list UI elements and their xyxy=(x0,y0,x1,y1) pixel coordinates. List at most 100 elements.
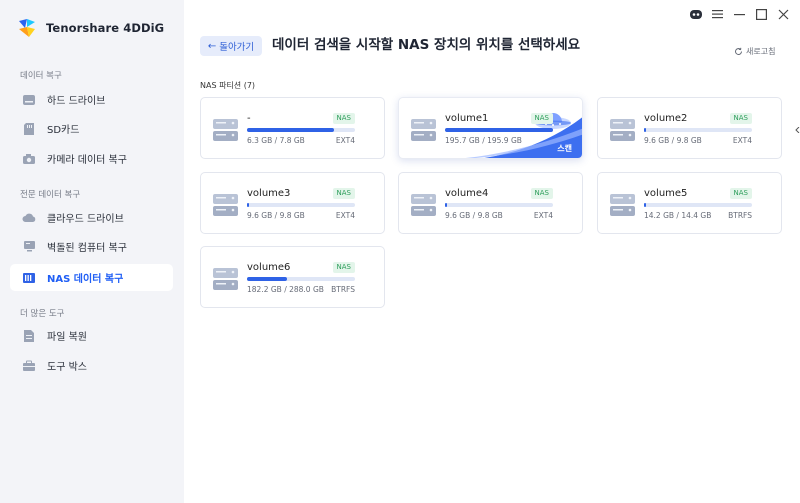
partition-card[interactable]: volume4 NAS 9.6 GB / 9.8 GB EXT4 xyxy=(398,172,583,234)
maximize-button[interactable] xyxy=(753,6,769,22)
nas-drive-icon xyxy=(213,119,238,141)
volume-name: volume2 xyxy=(644,113,688,124)
usage-bar-fill xyxy=(445,203,448,207)
volume-size: 9.6 GB / 9.8 GB xyxy=(445,211,503,220)
volume-name: volume5 xyxy=(644,188,688,199)
file-system: EXT4 xyxy=(335,211,355,220)
close-icon xyxy=(778,9,788,19)
app-logo-icon xyxy=(19,19,35,37)
nas-badge: NAS xyxy=(530,113,553,124)
computer-icon xyxy=(22,240,36,254)
usage-bar-fill xyxy=(445,128,553,132)
volume-size: 14.2 GB / 14.4 GB xyxy=(644,211,712,220)
refresh-button[interactable]: 새로고침 xyxy=(734,46,775,57)
file-system: EXT4 xyxy=(732,136,752,145)
nas-icon xyxy=(22,271,36,285)
nas-badge: NAS xyxy=(332,262,355,273)
volume-name: volume4 xyxy=(445,188,489,199)
page-title: 데이터 검색을 시작할 NAS 장치의 위치를 선택하세요 xyxy=(272,37,581,53)
usage-bar xyxy=(644,128,752,132)
volume-size: 9.6 GB / 9.8 GB xyxy=(644,136,702,145)
nas-badge: NAS xyxy=(729,188,752,199)
nas-drive-icon xyxy=(213,268,238,290)
back-button-label: 돌아가기 xyxy=(219,42,255,53)
back-button[interactable]: ← 돌아가기 xyxy=(200,36,262,56)
assistant-bot-button[interactable] xyxy=(688,6,704,22)
sidebar-item-label: 파일 복원 xyxy=(47,332,87,343)
sidebar-item-file-repair[interactable]: 파일 복원 xyxy=(10,322,173,349)
section-title-pro-recovery: 전문 데이터 복구 xyxy=(20,190,81,200)
close-button[interactable] xyxy=(775,6,791,22)
volume-name: - xyxy=(247,113,251,124)
partition-section-label: NAS 파티션 (7) xyxy=(200,81,256,90)
sidebar: Tenorshare 4DDiG 데이터 복구 하드 드라이브 SD카드 카메라… xyxy=(0,0,184,503)
partition-card[interactable]: volume6 NAS 182.2 GB / 288.0 GB BTRFS xyxy=(200,246,385,308)
menu-button[interactable] xyxy=(709,6,725,22)
sidebar-item-label: 도구 박스 xyxy=(47,362,87,373)
cloud-icon xyxy=(22,211,36,225)
file-system: EXT4 xyxy=(533,211,553,220)
sidebar-item-cloud-drive[interactable]: 클라우드 드라이브 xyxy=(10,204,173,231)
file-system: BTRFS xyxy=(728,211,752,220)
toolbox-icon xyxy=(22,359,36,373)
usage-bar-fill xyxy=(644,203,647,207)
nas-drive-icon xyxy=(610,119,635,141)
partition-card[interactable]: volume2 NAS 9.6 GB / 9.8 GB EXT4 xyxy=(597,97,782,159)
minimize-button[interactable] xyxy=(731,6,747,22)
sidebar-item-sd-card[interactable]: SD카드 xyxy=(10,115,173,142)
usage-bar-fill xyxy=(247,277,287,281)
camera-icon xyxy=(22,152,36,166)
arrow-left-icon: ← xyxy=(207,40,217,52)
app-name: Tenorshare 4DDiG xyxy=(46,21,165,35)
usage-bar-fill xyxy=(247,128,335,132)
sidebar-item-label: 카메라 데이터 복구 xyxy=(47,155,127,166)
usage-bar xyxy=(445,128,553,132)
nas-drive-icon xyxy=(213,194,238,216)
volume-name: volume3 xyxy=(247,188,291,199)
usage-bar-fill xyxy=(247,203,250,207)
sidebar-item-label: 벽돌된 컴퓨터 복구 xyxy=(47,243,127,254)
nas-badge: NAS xyxy=(530,188,553,199)
file-system: BTRFS xyxy=(331,285,355,294)
nas-badge: NAS xyxy=(332,188,355,199)
nas-badge: NAS xyxy=(332,113,355,124)
sidebar-item-label: 클라우드 드라이브 xyxy=(47,214,124,225)
partition-card[interactable]: - NAS 6.3 GB / 7.8 GB EXT4 xyxy=(200,97,385,159)
usage-bar xyxy=(247,203,355,207)
sidebar-item-toolbox[interactable]: 도구 박스 xyxy=(10,352,173,379)
volume-size: 6.3 GB / 7.8 GB xyxy=(247,136,305,145)
sidebar-item-hard-drive[interactable]: 하드 드라이브 xyxy=(10,86,173,113)
volume-size: 182.2 GB / 288.0 GB xyxy=(247,285,324,294)
sd-card-icon xyxy=(22,122,36,136)
refresh-icon xyxy=(735,47,743,55)
volume-name: volume6 xyxy=(247,262,291,273)
nas-drive-icon xyxy=(411,119,436,141)
usage-bar xyxy=(445,203,553,207)
volume-size: 195.7 GB / 195.9 GB xyxy=(445,136,522,145)
partition-card[interactable]: volume1 NAS 195.7 GB / 195.9 GB 스캔 xyxy=(398,97,583,159)
usage-bar-fill xyxy=(644,128,647,132)
section-title-data-recovery: 데이터 복구 xyxy=(20,71,62,81)
nas-drive-icon xyxy=(610,194,635,216)
usage-bar xyxy=(644,203,752,207)
usage-bar xyxy=(247,128,355,132)
partition-card[interactable]: volume5 NAS 14.2 GB / 14.4 GB BTRFS xyxy=(597,172,782,234)
volume-size: 9.6 GB / 9.8 GB xyxy=(247,211,305,220)
nas-drive-icon xyxy=(411,194,436,216)
sidebar-item-nas-recovery[interactable]: NAS 데이터 복구 xyxy=(10,264,173,291)
scan-button[interactable]: 스캔 xyxy=(557,143,572,154)
file-system: EXT4 xyxy=(335,136,355,145)
scroll-indicator xyxy=(795,118,800,134)
menu-icon xyxy=(711,10,723,19)
robot-icon xyxy=(690,10,702,19)
sidebar-item-camera[interactable]: 카메라 데이터 복구 xyxy=(10,145,173,172)
brand: Tenorshare 4DDiG xyxy=(16,17,164,39)
sidebar-item-label: NAS 데이터 복구 xyxy=(47,274,124,285)
sidebar-item-crashed-computer[interactable]: 벽돌된 컴퓨터 복구 xyxy=(10,233,173,260)
volume-name: volume1 xyxy=(445,113,489,124)
file-repair-icon xyxy=(22,329,36,343)
usage-bar xyxy=(247,277,355,281)
partition-card[interactable]: volume3 NAS 9.6 GB / 9.8 GB EXT4 xyxy=(200,172,385,234)
maximize-icon xyxy=(755,8,767,20)
sidebar-item-label: 하드 드라이브 xyxy=(47,96,106,107)
